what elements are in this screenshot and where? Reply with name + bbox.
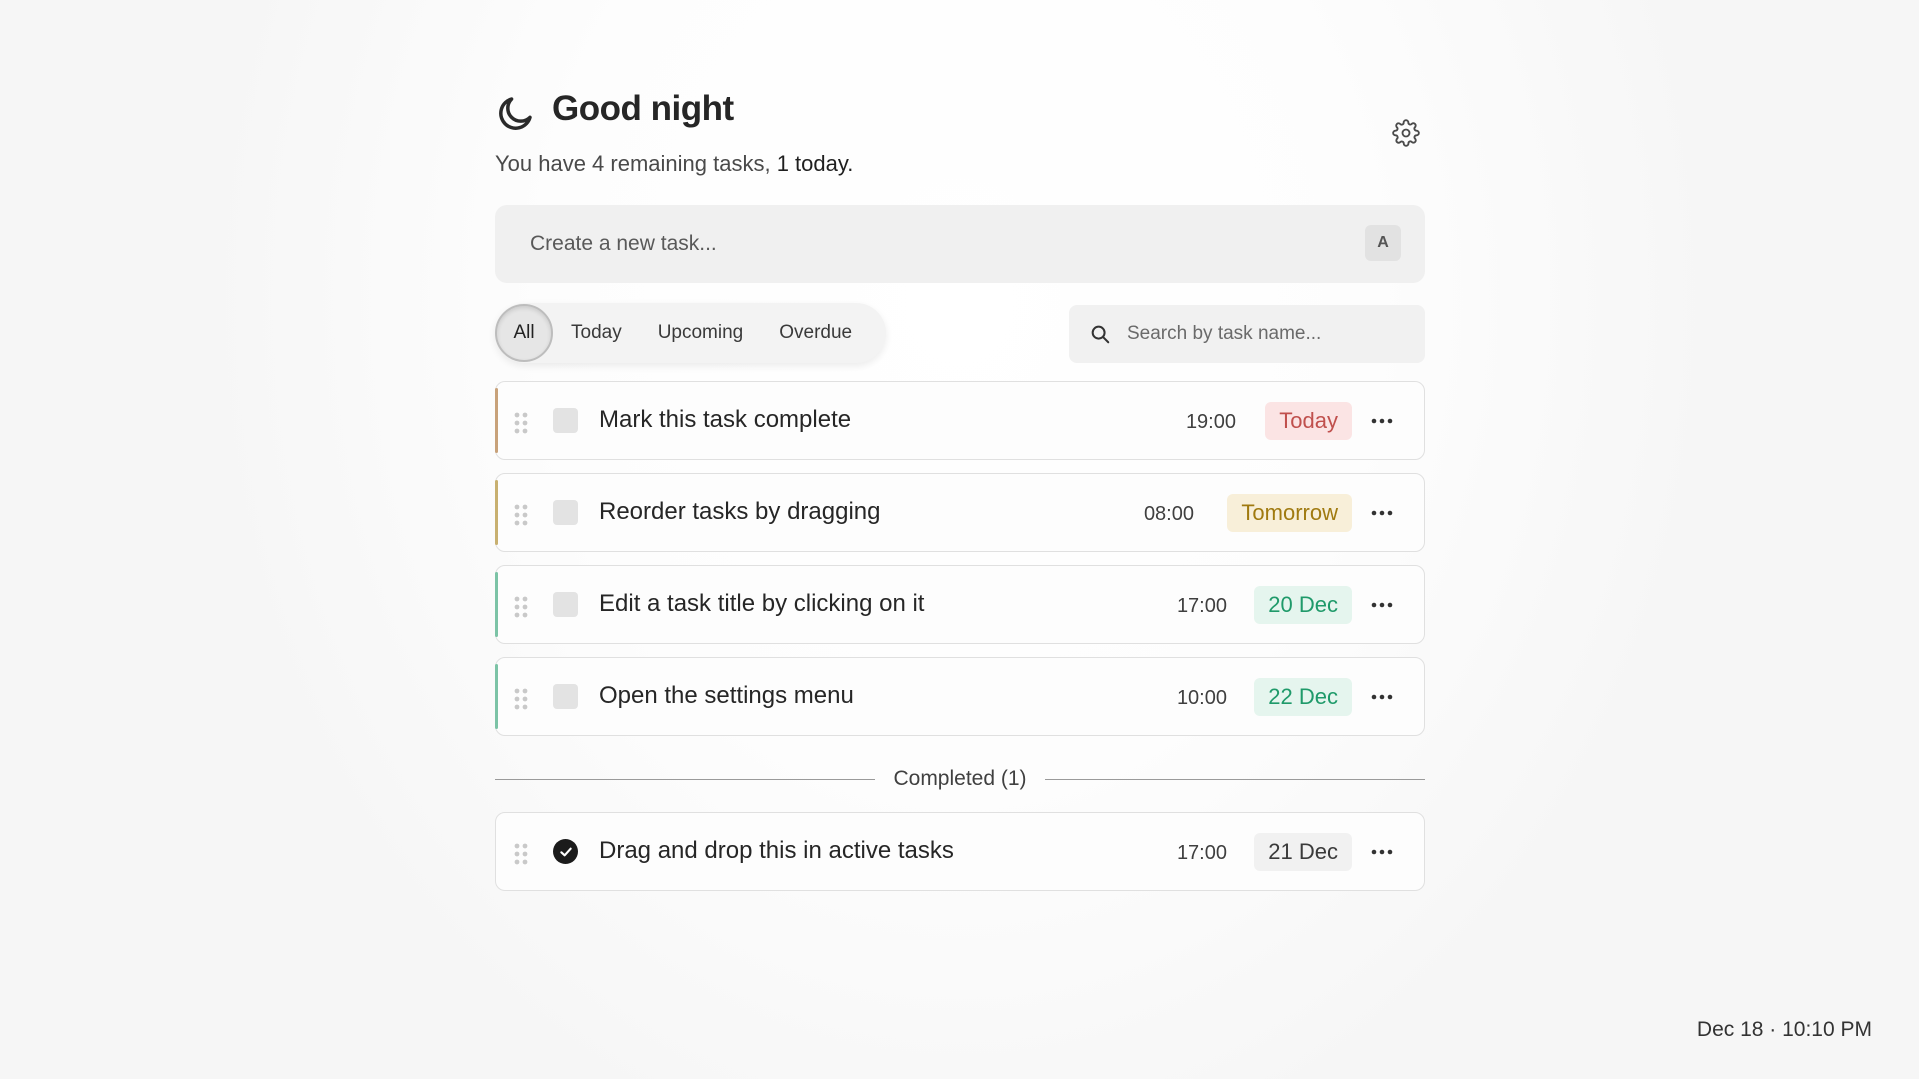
task-row[interactable]: Mark this task complete 19:00 Today xyxy=(495,381,1425,460)
more-horizontal-icon xyxy=(1371,510,1393,516)
tab-all[interactable]: All xyxy=(495,304,553,362)
header: Good night xyxy=(495,86,1425,147)
completed-label[interactable]: Completed (1) xyxy=(875,767,1044,791)
search-input[interactable] xyxy=(1127,323,1407,345)
task-row[interactable]: Reorder tasks by dragging 08:00 Tomorrow xyxy=(495,473,1425,552)
task-checkbox-checked[interactable] xyxy=(553,839,578,864)
more-options-button[interactable] xyxy=(1370,842,1394,862)
summary-text: You have 4 remaining tasks, xyxy=(495,151,777,176)
more-options-button[interactable] xyxy=(1370,687,1394,707)
search-box[interactable] xyxy=(1069,305,1425,363)
task-accent xyxy=(495,388,498,453)
moon-icon xyxy=(499,97,532,130)
divider-line xyxy=(1044,778,1425,780)
due-badge: 20 Dec xyxy=(1254,586,1352,624)
task-row[interactable]: Edit a task title by clicking on it 17:0… xyxy=(495,565,1425,644)
drag-handle-icon[interactable] xyxy=(514,688,528,710)
task-row[interactable]: Open the settings menu 10:00 22 Dec xyxy=(495,657,1425,736)
more-options-button[interactable] xyxy=(1370,503,1394,523)
gear-icon xyxy=(1392,119,1420,147)
more-horizontal-icon xyxy=(1371,849,1393,855)
page-title: Good night xyxy=(552,89,734,128)
more-options-button[interactable] xyxy=(1370,411,1394,431)
due-badge: 21 Dec xyxy=(1254,833,1352,871)
task-title[interactable]: Open the settings menu xyxy=(599,681,854,711)
tab-upcoming[interactable]: Upcoming xyxy=(640,303,762,363)
task-time: 17:00 xyxy=(1176,595,1227,617)
task-title[interactable]: Edit a task title by clicking on it xyxy=(599,589,924,619)
task-title[interactable]: Reorder tasks by dragging xyxy=(599,497,880,527)
task-accent xyxy=(495,664,498,729)
task-accent xyxy=(495,480,498,545)
drag-handle-icon[interactable] xyxy=(514,596,528,618)
task-checkbox[interactable] xyxy=(553,592,578,617)
create-task-box[interactable]: A xyxy=(495,205,1425,283)
completed-task-row[interactable]: Drag and drop this in active tasks 17:00… xyxy=(495,812,1425,891)
more-horizontal-icon xyxy=(1371,418,1393,424)
due-badge: Tomorrow xyxy=(1227,494,1352,532)
due-badge: Today xyxy=(1265,402,1352,440)
divider-line xyxy=(495,778,876,780)
task-summary: You have 4 remaining tasks, 1 today. xyxy=(495,149,1425,179)
summary-today: 1 today. xyxy=(776,151,854,176)
more-horizontal-icon xyxy=(1371,602,1393,608)
filter-row: All Today Upcoming Overdue xyxy=(495,303,1425,367)
shortcut-key-badge: A xyxy=(1365,225,1401,261)
drag-handle-icon[interactable] xyxy=(514,843,528,865)
create-task-input[interactable] xyxy=(530,232,1290,256)
task-time: 19:00 xyxy=(1185,411,1236,433)
more-options-button[interactable] xyxy=(1370,595,1394,615)
task-title[interactable]: Mark this task complete xyxy=(599,405,851,435)
search-icon xyxy=(1091,325,1110,344)
task-time: 10:00 xyxy=(1176,687,1227,709)
drag-handle-icon[interactable] xyxy=(514,412,528,434)
tab-today[interactable]: Today xyxy=(553,303,640,363)
task-checkbox[interactable] xyxy=(553,408,578,433)
task-time: 17:00 xyxy=(1176,842,1227,864)
task-checkbox[interactable] xyxy=(553,500,578,525)
tab-overdue[interactable]: Overdue xyxy=(761,303,870,363)
check-circle-icon xyxy=(559,847,572,856)
task-title[interactable]: Drag and drop this in active tasks xyxy=(599,836,954,866)
filter-tabs: All Today Upcoming Overdue xyxy=(495,303,886,363)
app-container: Good night You have 4 remaining tasks, 1… xyxy=(495,86,1425,891)
footer-datetime: Dec 18 · 10:10 PM xyxy=(1696,1018,1872,1041)
task-time: 08:00 xyxy=(1143,503,1194,525)
due-badge: 22 Dec xyxy=(1254,678,1352,716)
completed-divider: Completed (1) xyxy=(495,764,1425,794)
task-accent xyxy=(495,572,498,637)
more-horizontal-icon xyxy=(1371,694,1393,700)
settings-button[interactable] xyxy=(1389,116,1423,150)
task-checkbox[interactable] xyxy=(553,684,578,709)
drag-handle-icon[interactable] xyxy=(514,504,528,526)
